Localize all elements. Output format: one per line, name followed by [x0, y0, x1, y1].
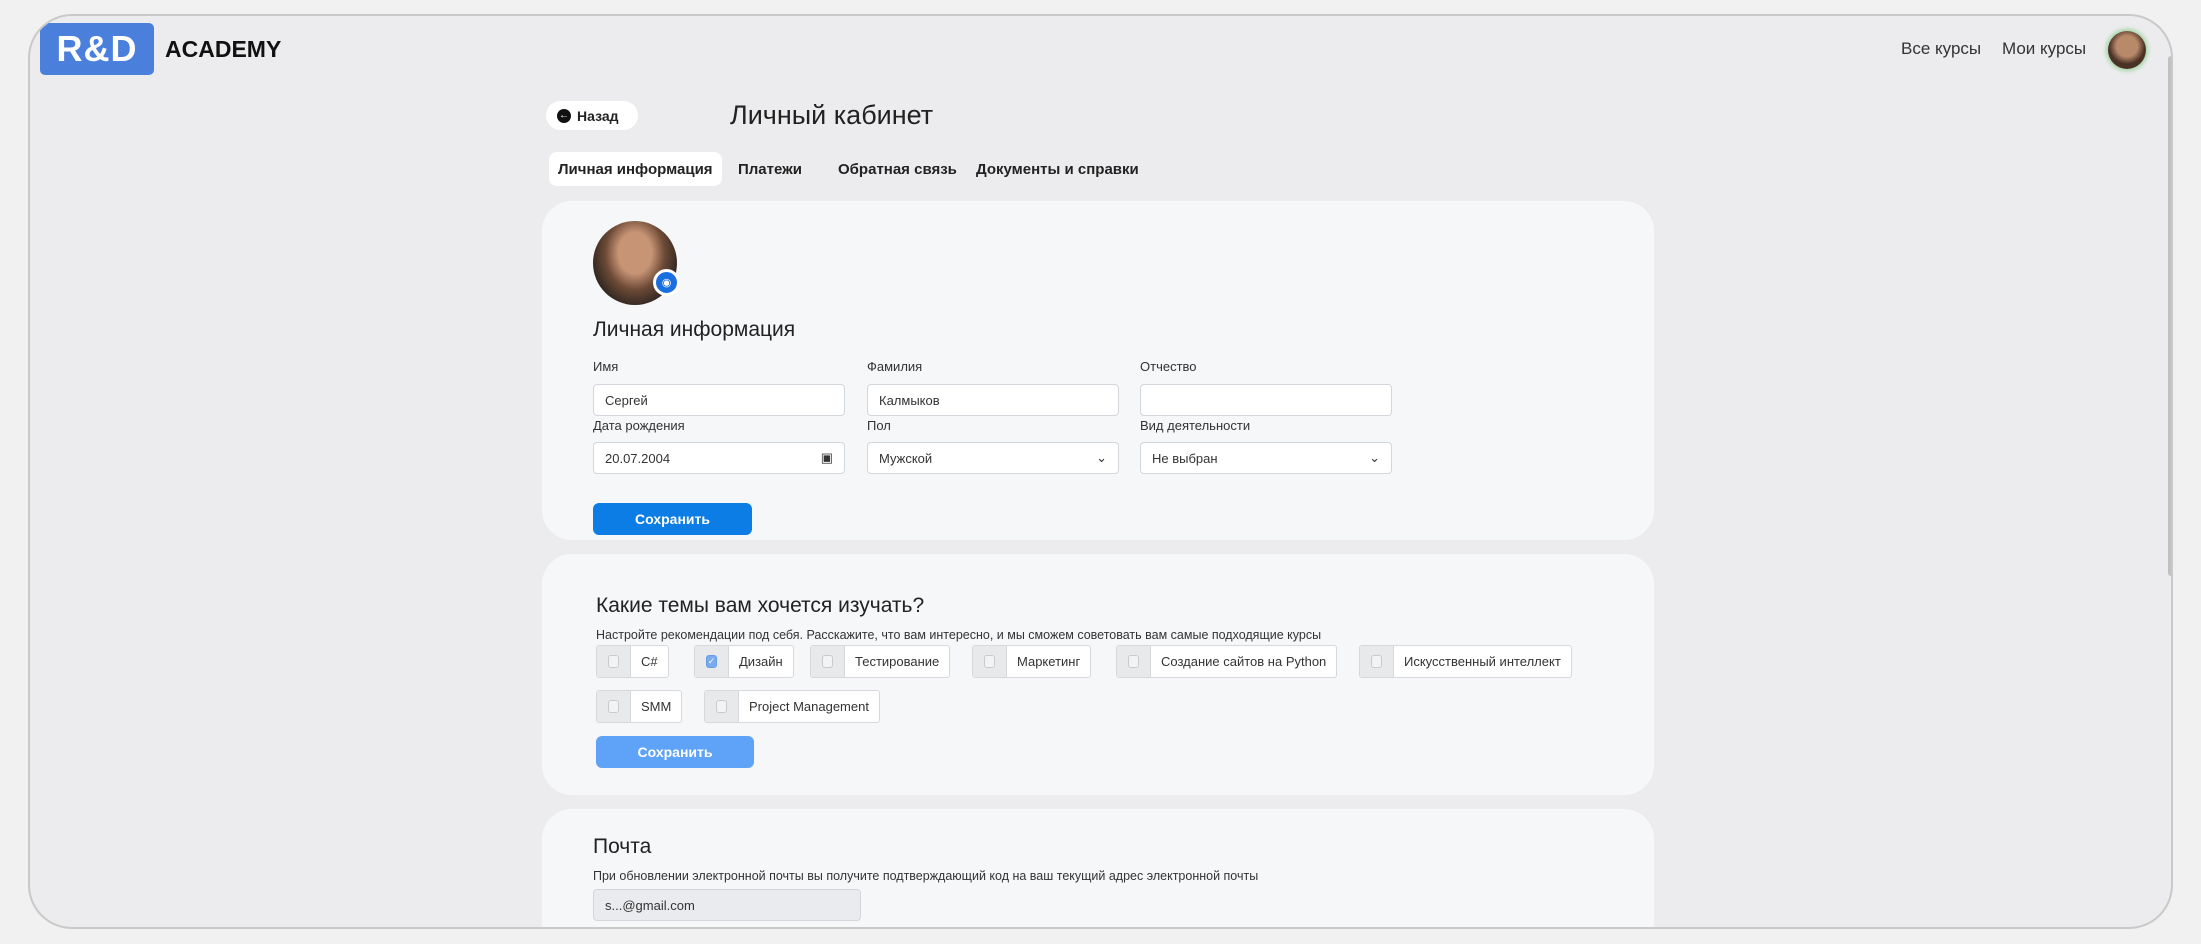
email-description: При обновлении электронной почты вы полу…	[593, 869, 1259, 883]
topic-label: Дизайн	[739, 654, 783, 669]
first-name-value: Сергей	[605, 392, 648, 408]
topics-card: Какие темы вам хочется изучать? Настройт…	[542, 554, 1654, 795]
nav-all-courses[interactable]: Все курсы	[1901, 39, 1981, 59]
checkbox[interactable]	[705, 691, 739, 722]
topic-label: SMM	[641, 699, 672, 714]
checkbox[interactable]	[1360, 646, 1394, 677]
first-name-input[interactable]: Сергей	[593, 384, 845, 416]
checkbox[interactable]	[811, 646, 845, 677]
back-button[interactable]: ← Назад	[546, 101, 638, 130]
checkbox-box	[608, 700, 619, 713]
birthdate-value: 20.07.2004	[605, 450, 671, 466]
checkbox-box	[822, 655, 833, 668]
patronymic-input[interactable]	[1140, 384, 1392, 416]
topic-chip[interactable]: Маркетинг	[972, 645, 1092, 678]
email-input[interactable]: s...@gmail.com	[593, 889, 861, 921]
tab-payments[interactable]: Платежи	[729, 152, 811, 186]
email-card: Почта При обновлении электронной почты в…	[542, 809, 1654, 927]
topic-label: Создание сайтов на Python	[1161, 654, 1327, 669]
checkbox-box	[608, 655, 619, 668]
patronymic-label: Отчество	[1140, 359, 1197, 374]
gender-select[interactable]: Мужской ⌄	[867, 442, 1119, 474]
checkbox-box	[1128, 655, 1139, 668]
birthdate-label: Дата рождения	[593, 418, 685, 433]
section-heading: Какие темы вам хочется изучать?	[596, 594, 925, 617]
checkbox-box	[984, 655, 995, 668]
last-name-label: Фамилия	[867, 359, 923, 374]
section-heading: Почта	[593, 835, 652, 858]
nav-my-courses[interactable]: Мои курсы	[2002, 39, 2086, 59]
checkbox[interactable]	[597, 646, 631, 677]
calendar-icon[interactable]: ▣	[821, 450, 833, 466]
checkbox-box	[1371, 655, 1382, 668]
birthdate-input[interactable]: 20.07.2004 ▣	[593, 442, 845, 474]
chevron-down-icon: ⌄	[1096, 450, 1107, 465]
logo[interactable]: R&D	[40, 23, 154, 75]
topic-chip[interactable]: Project Management	[704, 690, 880, 723]
page-title: Личный кабинет	[730, 100, 934, 130]
topic-chip[interactable]: C#	[596, 645, 669, 678]
checkbox[interactable]	[597, 691, 631, 722]
chevron-down-icon: ⌄	[1369, 450, 1380, 465]
camera-icon[interactable]: ◉	[653, 269, 680, 296]
tab-personal-info[interactable]: Личная информация	[549, 152, 722, 186]
topic-chip[interactable]: SMM	[596, 690, 683, 723]
checkmark-icon: ✓	[706, 655, 717, 668]
app-window: R&D ACADEMY Все курсы Мои курсы ← Назад Л…	[28, 14, 2173, 929]
last-name-input[interactable]: Калмыков	[867, 384, 1119, 416]
arrow-left-icon: ←	[557, 108, 571, 123]
topic-label: Project Management	[749, 699, 869, 714]
topic-chip[interactable]: Создание сайтов на Python	[1116, 645, 1338, 678]
section-heading: Личная информация	[593, 318, 796, 341]
tab-feedback[interactable]: Обратная связь	[829, 152, 966, 186]
email-value: s...@gmail.com	[605, 897, 695, 913]
topics-description: Настройте рекомендации под себя. Расскаж…	[596, 628, 1322, 642]
occupation-select[interactable]: Не выбран ⌄	[1140, 442, 1392, 474]
tab-documents[interactable]: Документы и справки	[967, 152, 1148, 186]
topic-label: C#	[641, 654, 658, 669]
checkbox-box	[716, 700, 727, 713]
topic-chip[interactable]: Искусственный интеллект	[1359, 645, 1572, 678]
save-personal-button[interactable]: Сохранить	[593, 503, 752, 535]
gender-label: Пол	[867, 418, 891, 433]
topic-label: Тестирование	[855, 654, 940, 669]
back-label: Назад	[577, 107, 619, 124]
topic-label: Искусственный интеллект	[1404, 654, 1561, 669]
topic-chip[interactable]: Тестирование	[810, 645, 951, 678]
personal-info-card: ◉ Личная информация Имя Сергей Фамилия К…	[542, 201, 1654, 540]
last-name-value: Калмыков	[879, 392, 940, 408]
topic-chip[interactable]: ✓ Дизайн	[694, 645, 794, 678]
checkbox[interactable]: ✓	[695, 646, 729, 677]
first-name-label: Имя	[593, 359, 619, 374]
brand-name: ACADEMY	[165, 36, 282, 62]
save-topics-button[interactable]: Сохранить	[596, 736, 754, 768]
topic-label: Маркетинг	[1017, 654, 1081, 669]
user-avatar[interactable]	[2108, 31, 2146, 69]
occupation-value: Не выбран	[1152, 450, 1218, 466]
gender-value: Мужской	[879, 450, 933, 466]
checkbox[interactable]	[1117, 646, 1151, 677]
occupation-label: Вид деятельности	[1140, 418, 1251, 433]
scrollbar[interactable]	[2168, 56, 2171, 576]
checkbox[interactable]	[973, 646, 1007, 677]
